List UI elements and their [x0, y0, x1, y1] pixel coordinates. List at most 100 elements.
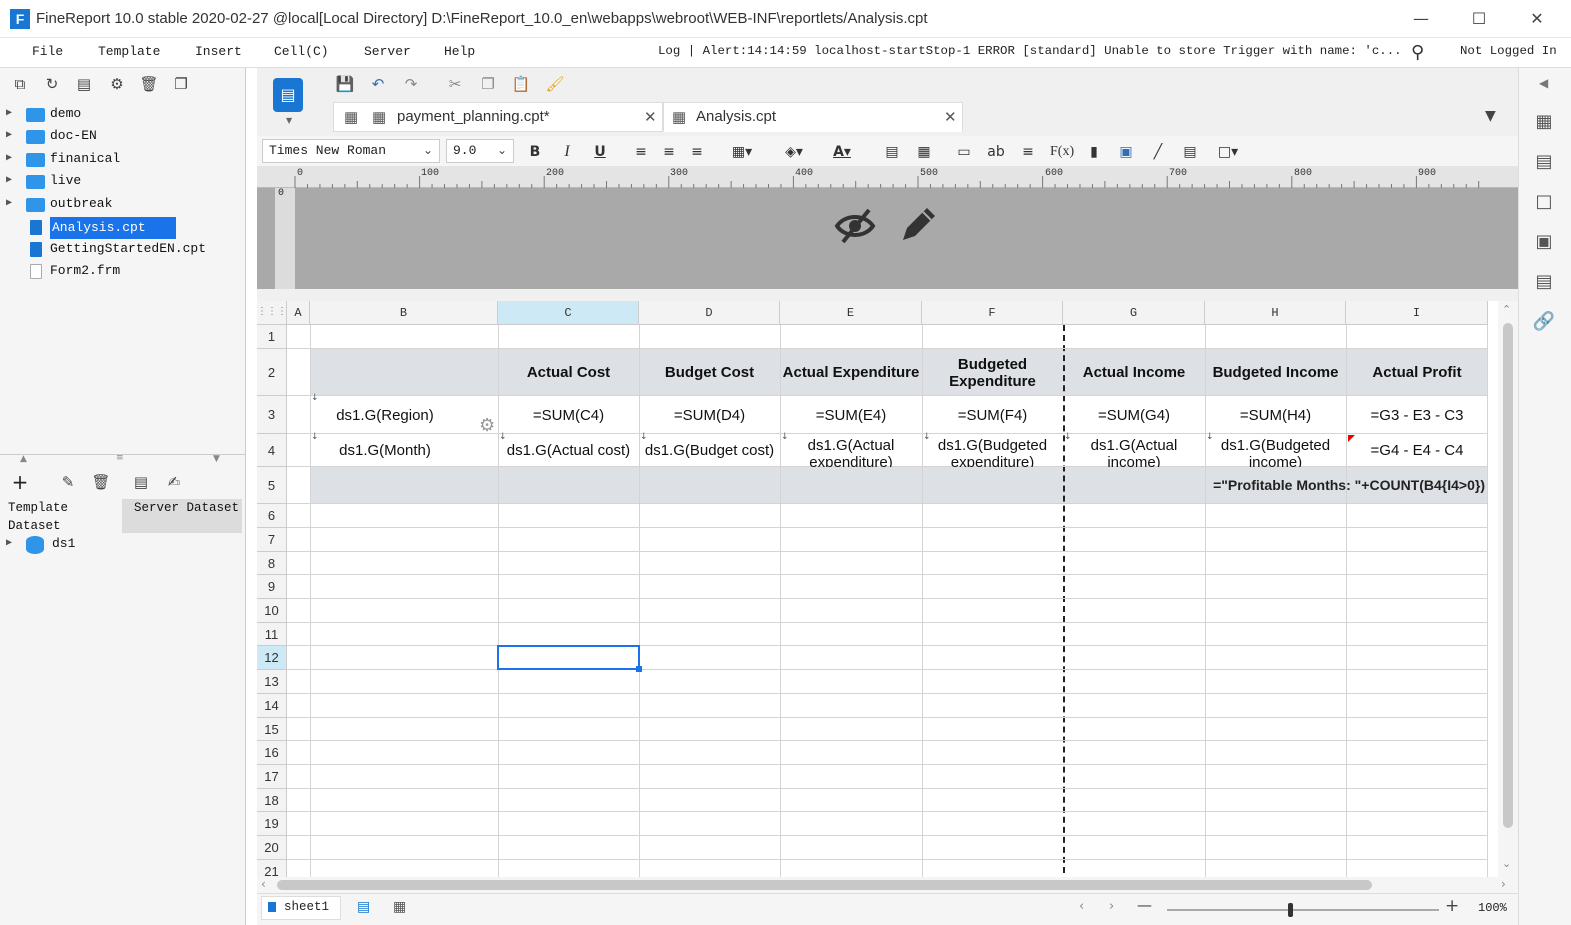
cell-h5[interactable]: ="Profitable Months: "+COUNT(B4{I4>0}) — [1157, 467, 1487, 504]
align-center-icon[interactable]: ≡ — [659, 142, 679, 162]
edit-parameter-icon[interactable] — [897, 206, 939, 246]
fill-color-icon[interactable]: ◈▾ — [776, 142, 812, 162]
row-header-9[interactable]: 9 — [257, 575, 287, 599]
row-header-2[interactable]: 2 — [257, 349, 287, 396]
close-button[interactable]: ✕ — [1524, 6, 1550, 32]
row-header-16[interactable]: 16 — [257, 741, 287, 765]
selected-cell-c12[interactable] — [497, 645, 640, 670]
underline-icon[interactable]: U — [591, 142, 609, 162]
row-header-7[interactable]: 7 — [257, 528, 287, 552]
minimize-button[interactable]: — — [1408, 6, 1434, 32]
col-header-g[interactable]: G — [1063, 301, 1205, 325]
image-icon[interactable]: ▣ — [1116, 142, 1136, 162]
login-status[interactable]: Not Logged In — [1460, 44, 1557, 58]
add-dataset-icon[interactable]: + — [10, 472, 30, 492]
expand-arrow-icon[interactable]: ▶ — [6, 152, 12, 164]
font-color-icon[interactable]: A▾ — [823, 142, 861, 162]
edit-icon[interactable]: ✎ — [58, 472, 78, 492]
cut-icon[interactable]: ✂ — [445, 74, 465, 94]
collapse-up-icon[interactable]: ▲ — [20, 454, 27, 464]
format-painter-icon[interactable]: 🖌 — [545, 74, 565, 94]
menu-cell[interactable]: Cell(C) — [274, 44, 329, 59]
col-header-d[interactable]: D — [639, 301, 780, 325]
hide-parameter-icon[interactable] — [833, 206, 877, 246]
col-header-a[interactable]: A — [287, 301, 310, 325]
expand-arrow-icon[interactable]: ▶ — [6, 107, 12, 119]
copy-icon[interactable]: ❐ — [478, 74, 498, 94]
cell-h4[interactable]: ds1.G(Budgeted income) — [1205, 434, 1346, 467]
bold-icon[interactable]: B — [526, 142, 544, 162]
cell-element-icon[interactable]: ▦ — [1532, 110, 1556, 134]
maximize-button[interactable]: ☐ — [1466, 6, 1492, 32]
italic-icon[interactable]: I — [558, 142, 576, 162]
row-header-18[interactable]: 18 — [257, 789, 287, 812]
cell-c4[interactable]: ds1.G(Actual cost) — [498, 434, 639, 467]
next-sheet-icon[interactable]: › — [1109, 899, 1114, 914]
row-header-14[interactable]: 14 — [257, 694, 287, 718]
dataset-item-ds1[interactable]: ▶ ds1 — [0, 534, 240, 556]
formula-icon[interactable]: F(x) — [1050, 142, 1074, 162]
col-header-f[interactable]: F — [922, 301, 1063, 325]
zoom-out-icon[interactable]: — — [1137, 896, 1152, 914]
cell-e3[interactable]: =SUM(E4) — [780, 396, 922, 434]
settings-icon[interactable]: ⚙ — [107, 74, 127, 94]
menu-insert[interactable]: Insert — [195, 44, 242, 59]
align-right-icon[interactable]: ≡ — [687, 142, 707, 162]
cell-h2[interactable]: Budgeted Income — [1205, 349, 1346, 396]
cell-f3[interactable]: =SUM(F4) — [922, 396, 1063, 434]
menu-file[interactable]: File — [32, 44, 63, 59]
cell-i3[interactable]: =G3 - E3 - C3 — [1346, 396, 1488, 434]
font-family-select[interactable]: Times New Roman ⌄ — [262, 139, 440, 163]
horizontal-scrollbar[interactable]: ‹ › — [257, 877, 1518, 893]
cell-c2[interactable]: Actual Cost — [498, 349, 639, 396]
sub-report-icon[interactable]: ▤ — [1180, 142, 1200, 162]
menu-template[interactable]: Template — [98, 44, 160, 59]
redo-icon[interactable]: ↷ — [401, 74, 421, 94]
row-header-1[interactable]: 1 — [257, 325, 287, 349]
expand-arrow-icon[interactable]: ▶ — [6, 129, 12, 141]
vertical-scrollbar[interactable]: ⌃ ⌄ — [1498, 301, 1518, 883]
font-size-select[interactable]: 9.0 ⌄ — [446, 139, 514, 163]
scroll-down-icon[interactable]: ⌄ — [1502, 857, 1511, 870]
cell-g2[interactable]: Actual Income — [1063, 349, 1205, 396]
cell-f2[interactable]: Budgeted Expenditure — [922, 349, 1063, 396]
tree-item-live[interactable]: ▶ live — [0, 171, 240, 193]
scrollbar-thumb[interactable] — [1503, 323, 1513, 828]
panel-splitter[interactable]: ▲ ≡ ▼ — [0, 453, 245, 466]
template-info-icon[interactable]: ▤ — [74, 74, 94, 94]
search-icon[interactable]: ⚲ — [1411, 42, 1424, 63]
insert-row-icon[interactable]: ▭ — [954, 142, 974, 162]
new-folder-icon[interactable]: ⧉ — [10, 74, 30, 94]
close-tab-icon[interactable]: ✕ — [944, 108, 957, 126]
cell-g3[interactable]: =SUM(G4) — [1063, 396, 1205, 434]
col-header-b[interactable]: B — [310, 301, 498, 325]
close-tab-icon[interactable]: ✕ — [644, 108, 657, 126]
row-header-17[interactable]: 17 — [257, 765, 287, 789]
row-header-13[interactable]: 13 — [257, 670, 287, 694]
expand-arrow-icon[interactable]: ▶ — [6, 174, 12, 186]
col-header-c[interactable]: C — [498, 301, 639, 325]
row-header-5[interactable]: 5 — [257, 467, 287, 504]
delete-dataset-icon[interactable]: 🗑 — [91, 472, 111, 492]
slash-icon[interactable]: ╱ — [1148, 142, 1168, 162]
cell-g4[interactable]: ds1.G(Actual income) — [1063, 434, 1205, 467]
prev-sheet-icon[interactable]: ‹ — [1079, 899, 1084, 914]
cell-e4[interactable]: ds1.G(Actual expenditure) — [780, 434, 922, 467]
row-header-6[interactable]: 6 — [257, 504, 287, 528]
cell-attribute-icon[interactable]: ▤ — [1532, 150, 1556, 174]
align-left-icon[interactable]: ≡ — [631, 142, 651, 162]
select-all-corner[interactable]: ⋮⋮⋮ — [257, 301, 287, 325]
gear-icon[interactable]: ⚙ — [479, 415, 495, 436]
dropdown-arrow-icon[interactable]: ▼ — [286, 116, 292, 125]
widget-settings-icon[interactable]: ▣ — [1532, 230, 1556, 254]
border-icon[interactable]: ▦▾ — [724, 142, 760, 162]
cell-d4[interactable]: ds1.G(Budget cost) — [639, 434, 780, 467]
preview-icon[interactable]: ▤ — [131, 472, 151, 492]
row-header-20[interactable]: 20 — [257, 836, 287, 860]
row-header-3[interactable]: 3 — [257, 396, 287, 434]
split-cells-icon[interactable]: ▦ — [914, 142, 934, 162]
save-icon[interactable]: 💾 — [335, 74, 355, 94]
menu-server[interactable]: Server — [364, 44, 411, 59]
splitter-grip-icon[interactable]: ≡ — [116, 453, 124, 463]
expand-arrow-icon[interactable]: ▶ — [6, 537, 12, 549]
